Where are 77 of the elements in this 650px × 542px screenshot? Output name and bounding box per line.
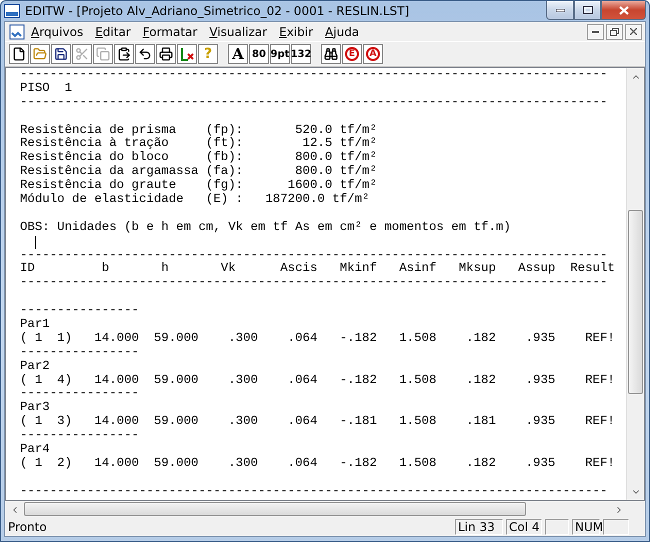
- status-pane: NUM: [572, 518, 600, 534]
- text-line: -------------------------------------------------------------------------------: [20, 248, 608, 262]
- clear-document-icon: [180, 47, 194, 61]
- text-line: Resistência à tração (ft): 12.5 tf/m²: [20, 137, 378, 151]
- close-button[interactable]: [601, 1, 646, 20]
- toolbar-button[interactable]: A: [363, 44, 383, 64]
- text-line: Par2: [20, 360, 51, 374]
- status-message: Pronto: [8, 520, 47, 534]
- printer-button[interactable]: [156, 44, 176, 64]
- close-icon: [630, 28, 637, 35]
- text-line: -------------------------------------------------------------------------------: [20, 276, 608, 290]
- status-pane: [603, 518, 629, 534]
- toolbar-button[interactable]: 9pt: [270, 44, 290, 64]
- menu-item[interactable]: Formatar: [136, 24, 204, 38]
- undo-icon: [138, 47, 152, 61]
- text-line: ----------------: [20, 346, 140, 360]
- binoculars-button[interactable]: [321, 44, 341, 64]
- minimize-button[interactable]: [587, 24, 604, 40]
- floppy-disk-button[interactable]: [51, 44, 71, 64]
- menu-item[interactable]: Editar: [89, 24, 137, 38]
- menu-item[interactable]: Arquivos: [25, 24, 90, 38]
- restore-button[interactable]: [606, 24, 623, 40]
- text-line: ( 1 1) 14.000 59.000 .300 .064 -.182 1.508 .182 .935 REF!: [20, 332, 616, 346]
- new-file-button[interactable]: [9, 44, 29, 64]
- text-line: Par3: [20, 401, 51, 415]
- text-line: Par1: [20, 318, 51, 332]
- window-title: EDITW - [Projeto Alv_Adriano_Simetrico_02 - 0001 - RESLIN.LST]: [25, 4, 410, 18]
- text-line: ( 1 3) 14.000 59.000 .300 .064 -.181 1.508 .181 .935 REF!: [20, 415, 616, 430]
- text-line: -------------------------------------------------------------------------------: [20, 68, 608, 82]
- text-line: ----------------: [20, 429, 140, 444]
- status-pane: Col 4: [506, 518, 542, 534]
- scrollbar-thumb[interactable]: [24, 502, 526, 516]
- text-line: Resistência do graute (fg): 1600.0 tf/m²: [20, 179, 378, 193]
- undo-button[interactable]: [135, 44, 155, 64]
- text-line: Par4: [20, 443, 51, 457]
- text-line: Resistência do bloco (fb): 800.0 tf/m²: [20, 151, 378, 165]
- toolbar-button[interactable]: E: [342, 44, 362, 64]
- text-line: -------------------------------------------------------------------------------: [20, 96, 608, 110]
- clear-button[interactable]: [177, 44, 197, 64]
- clipboard-button[interactable]: [114, 44, 134, 64]
- app-logo-icon: [4, 4, 20, 18]
- text-line: ( 1 4) 14.000 59.000 .300 .064 -.182 1.508 .182 .935 REF!: [20, 374, 616, 388]
- status-pane: [545, 518, 569, 534]
- new-file-icon: [12, 47, 26, 61]
- text-line: Resistência de prisma (fp): 520.0 tf/m²: [20, 124, 378, 137]
- toolbar-button[interactable]: A: [228, 44, 248, 64]
- status-pane: Lin 33: [455, 518, 503, 534]
- maximize-button[interactable]: [574, 1, 601, 20]
- toolbar-button[interactable]: 132: [291, 44, 311, 64]
- restore-icon: [610, 28, 619, 36]
- close-button[interactable]: [625, 24, 642, 40]
- text-line: ID b h Vk Ascis Mkinf Asinf Mksup Assup Result: [20, 262, 616, 276]
- close-icon: [618, 6, 628, 14]
- menu-item[interactable]: Ajuda: [319, 24, 366, 38]
- clipboard-icon: [117, 47, 131, 61]
- folder-icon: [33, 47, 47, 61]
- toolbar-button[interactable]: 80: [249, 44, 269, 64]
- text-line: PISO 1: [20, 82, 74, 96]
- text-line: OBS: Unidades (b e h em cm, Vk em tf As em cm² e momentos em tf.m): [20, 220, 512, 235]
- printer-icon: [159, 47, 173, 61]
- scissors-icon: [75, 47, 89, 61]
- maximize-icon: [582, 6, 592, 14]
- text-line: -------------------------------------------------------------------------------: [20, 484, 608, 499]
- document-icon[interactable]: [9, 24, 25, 40]
- menu-item[interactable]: Visualizar: [203, 24, 274, 38]
- binoculars-icon: [324, 47, 338, 61]
- text-line: ( 1 2) 14.000 59.000 .300 .064 -.182 1.508 .182 .935 REF!: [20, 456, 616, 471]
- minimize-button[interactable]: [546, 1, 574, 20]
- copy-icon: [96, 47, 110, 61]
- text-line: Módulo de elasticidade (E) : 187200.0 tf/m²: [20, 193, 370, 207]
- scrollbar-thumb[interactable]: [628, 210, 643, 394]
- menu-item[interactable]: Exibir: [273, 24, 320, 38]
- text-line: Resistência da argamassa (fa): 800.0 tf/m²: [20, 165, 378, 179]
- minimize-icon: [556, 8, 564, 12]
- minimize-icon: [592, 30, 599, 32]
- text-line: ----------------: [20, 304, 140, 318]
- text-line: ----------------: [20, 387, 140, 402]
